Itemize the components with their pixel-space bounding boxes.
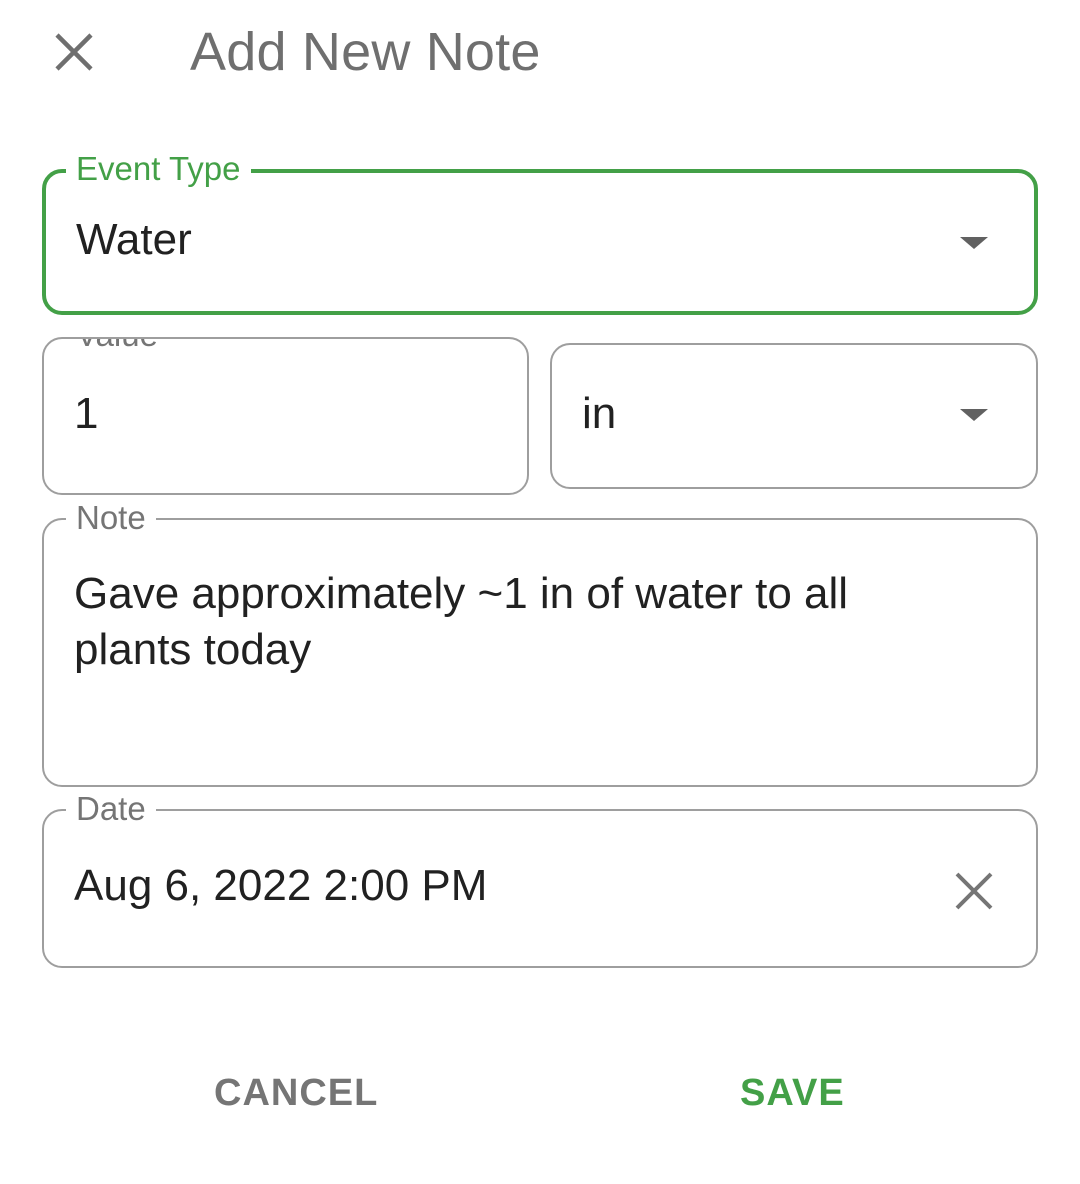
clear-date-button[interactable] [950,867,998,915]
unit-value: in [582,389,617,438]
event-type-select[interactable]: Event Type Water [42,149,1038,315]
save-button[interactable]: SAVE [740,1068,845,1118]
close-icon [55,33,93,71]
date-field[interactable]: Date Aug 6, 2022 2:00 PM [42,789,1038,968]
dropdown-arrow-icon [960,409,988,421]
dropdown-arrow-icon [960,237,988,249]
event-type-value: Water [76,215,192,264]
date-value: Aug 6, 2022 2:00 PM [74,861,488,910]
value-input[interactable]: Value 1 [42,337,529,495]
note-label: Note [66,498,156,538]
event-type-label: Event Type [66,149,251,189]
value-label: Value [66,339,168,355]
close-button[interactable] [44,22,104,82]
note-textarea[interactable]: Note Gave approximately ~1 in of water t… [42,498,1038,787]
value-input-value: 1 [74,389,99,438]
note-text: Gave approximately ~1 in of water to all… [74,569,849,674]
dialog-title: Add New Note [190,22,541,82]
date-label: Date [66,789,156,829]
unit-select[interactable]: in [550,343,1038,489]
clear-icon [955,872,993,910]
cancel-button[interactable]: CANCEL [214,1068,378,1118]
